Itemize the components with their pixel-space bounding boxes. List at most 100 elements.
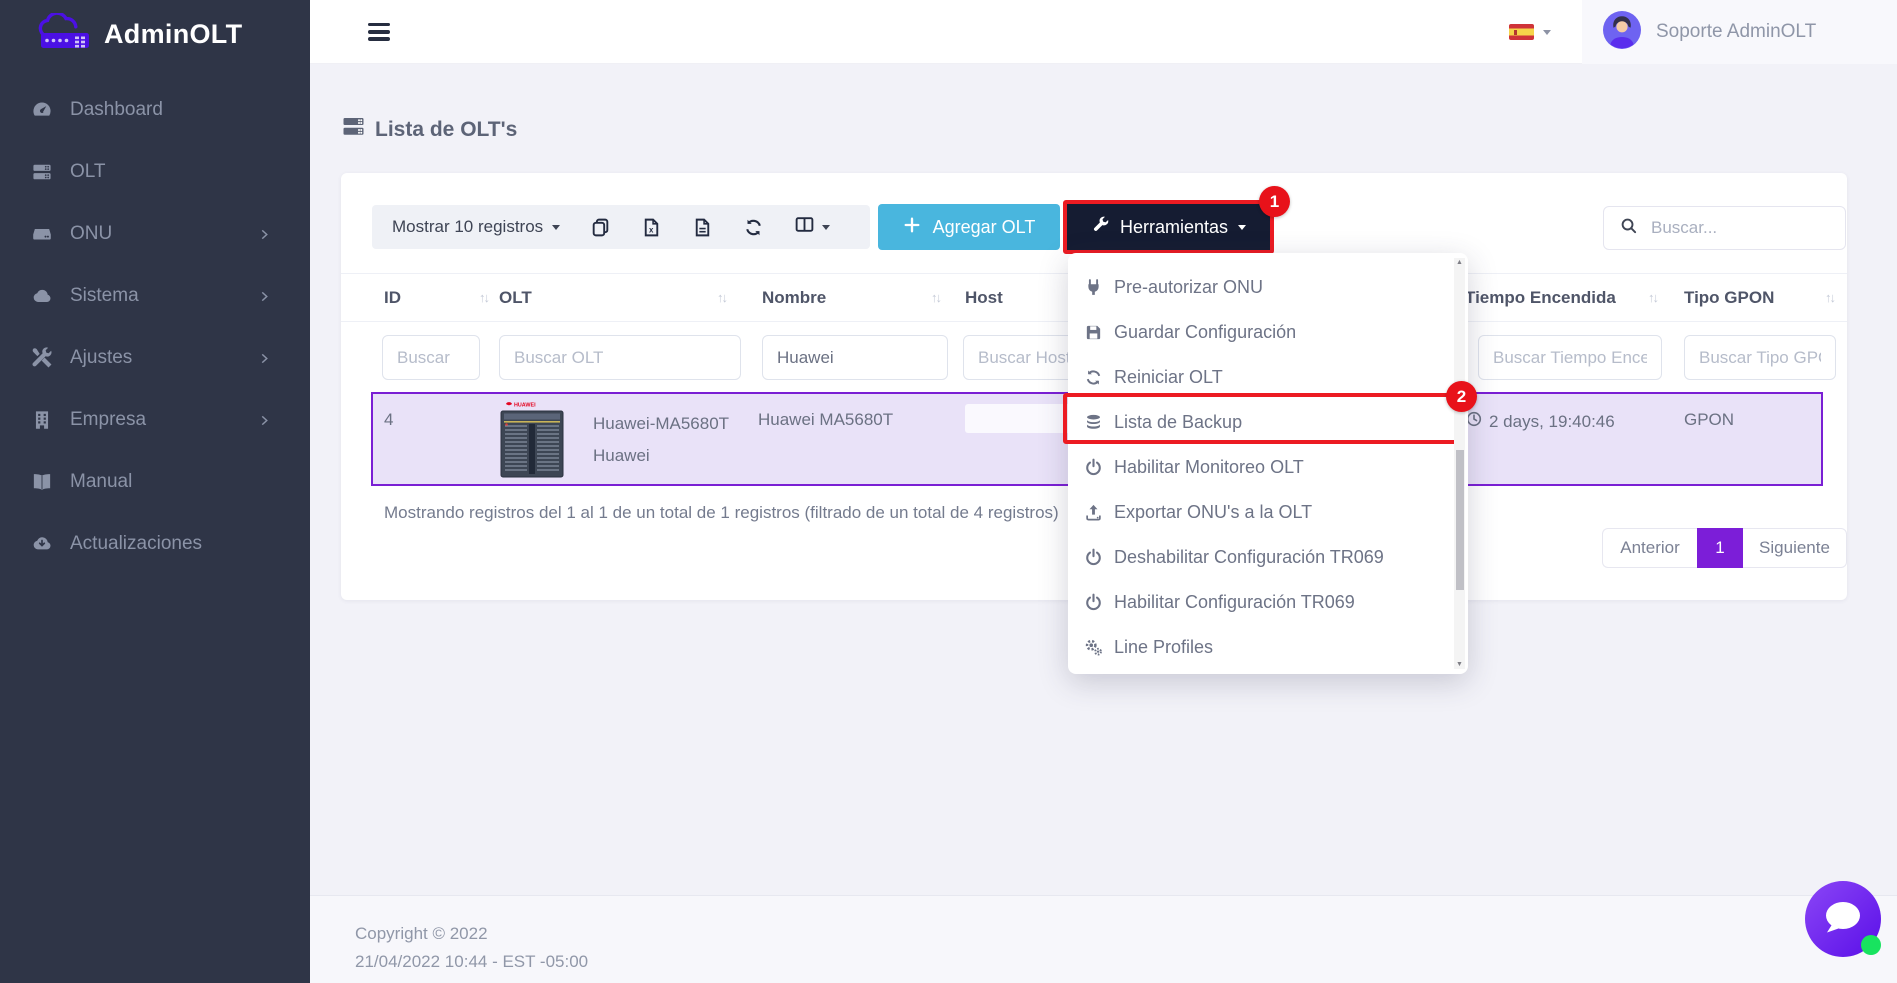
chat-widget-button[interactable] — [1805, 881, 1881, 957]
tools-icon — [30, 346, 54, 370]
cloud-update-icon — [30, 532, 54, 556]
sort-icon[interactable]: ↑↓ — [1648, 290, 1665, 305]
user-menu[interactable]: Soporte AdminOLT — [1582, 0, 1897, 64]
brand-name: AdminOLT — [104, 19, 242, 50]
spain-flag-icon — [1509, 24, 1534, 40]
column-header-tiempo-encendida[interactable]: Tiempo Encendida↑↓ — [1465, 274, 1665, 321]
sidebar-item-label: Dashboard — [70, 99, 163, 121]
scrollbar-thumb[interactable] — [1456, 450, 1464, 590]
cloud-icon — [30, 284, 54, 308]
menu-item-reiniciar-olt[interactable]: Reiniciar OLT — [1068, 355, 1468, 400]
search-input[interactable] — [1649, 217, 1830, 239]
gauge-icon — [30, 98, 54, 122]
add-olt-button[interactable]: Agregar OLT — [878, 204, 1060, 250]
datatable-toolbar: Mostrar 10 registros x — [372, 205, 870, 249]
topbar: Soporte AdminOLT — [310, 0, 1897, 64]
sidebar-item-ajustes[interactable]: Ajustes — [0, 327, 310, 389]
filter-nombre-input[interactable] — [762, 335, 948, 380]
power-icon — [1083, 593, 1103, 613]
scroll-down-icon[interactable]: ▼ — [1454, 661, 1465, 668]
pagination-page-1[interactable]: 1 — [1697, 528, 1743, 568]
search-icon — [1619, 216, 1638, 240]
filter-id-input[interactable] — [382, 335, 480, 380]
chevron-down-icon — [1543, 30, 1551, 35]
cell-olt-vendor: Huawei — [593, 446, 650, 466]
sidebar-item-label: Ajustes — [70, 347, 132, 369]
save-icon — [1083, 323, 1103, 343]
sidebar-item-onu[interactable]: ONU — [0, 203, 310, 265]
export-excel-icon[interactable]: x — [641, 217, 662, 238]
sort-icon[interactable]: ↑↓ — [1825, 290, 1842, 305]
brand-logo[interactable]: AdminOLT — [32, 13, 242, 56]
menu-item-guardar-configuracion[interactable]: Guardar Configuración — [1068, 310, 1468, 355]
sidebar-item-label: Manual — [70, 471, 132, 493]
column-header-tipo-gpon[interactable]: Tipo GPON↑↓ — [1684, 274, 1842, 321]
column-visibility-button[interactable] — [794, 214, 830, 240]
chevron-right-icon — [257, 351, 272, 366]
pagination: Anterior 1 Siguiente — [1602, 528, 1847, 568]
svg-text:HUAWEI: HUAWEI — [514, 403, 536, 409]
export-file-icon[interactable] — [692, 217, 713, 238]
menu-item-deshabilitar-configuracion-tr069[interactable]: Deshabilitar Configuración TR069 — [1068, 535, 1468, 580]
language-selector[interactable] — [1509, 0, 1551, 64]
book-icon — [30, 470, 54, 494]
sidebar-item-empresa[interactable]: Empresa — [0, 389, 310, 451]
device-icon — [30, 222, 54, 246]
sidebar-toggle-button[interactable] — [368, 23, 390, 45]
menu-item-habilitar-monitoreo-olt[interactable]: Habilitar Monitoreo OLT — [1068, 445, 1468, 490]
filter-olt-input[interactable] — [499, 335, 741, 380]
herramientas-dropdown-menu: Pre-autorizar ONU Guardar Configuración … — [1068, 253, 1468, 674]
menu-item-line-profiles[interactable]: Line Profiles — [1068, 625, 1468, 670]
cell-tipo-gpon: GPON — [1684, 410, 1734, 430]
menu-item-pre-autorizar-onu[interactable]: Pre-autorizar ONU — [1068, 265, 1468, 310]
refresh-icon — [1083, 368, 1103, 388]
avatar — [1603, 11, 1641, 54]
user-name: Soporte AdminOLT — [1656, 21, 1816, 43]
sidebar-item-actualizaciones[interactable]: Actualizaciones — [0, 513, 310, 575]
footer: Copyright © 2022 21/04/2022 10:44 - EST … — [310, 895, 1897, 983]
sidebar-item-label: Actualizaciones — [70, 533, 202, 555]
sidebar-item-manual[interactable]: Manual — [0, 451, 310, 513]
column-header-olt[interactable]: OLT↑↓ — [499, 274, 734, 321]
plus-icon — [903, 216, 921, 239]
sidebar-item-olt[interactable]: OLT — [0, 141, 310, 203]
gears-icon — [1083, 638, 1103, 658]
annotation-step-1-badge: 1 — [1259, 186, 1290, 217]
menu-item-exportar-onus-a-la-olt[interactable]: Exportar ONU's a la OLT — [1068, 490, 1468, 535]
sidebar-item-sistema[interactable]: Sistema — [0, 265, 310, 327]
sort-icon[interactable]: ↑↓ — [479, 290, 496, 305]
menu-item-lista-de-backup[interactable]: Lista de Backup — [1068, 400, 1468, 445]
refresh-icon[interactable] — [743, 217, 764, 238]
chevron-right-icon — [257, 413, 272, 428]
cell-nombre: Huawei MA5680T — [758, 410, 893, 430]
pagination-previous-button[interactable]: Anterior — [1602, 528, 1697, 568]
sidebar: AdminOLT Dashboard OLT ONU — [0, 0, 310, 983]
upload-icon — [1083, 503, 1103, 523]
sort-icon[interactable]: ↑↓ — [717, 290, 734, 305]
scroll-up-icon[interactable]: ▲ — [1454, 259, 1465, 266]
server-icon — [341, 114, 366, 145]
dropdown-scrollbar[interactable]: ▲ ▼ — [1454, 258, 1465, 669]
annotation-step-2-badge: 2 — [1446, 381, 1477, 412]
pagination-next-button[interactable]: Siguiente — [1743, 528, 1847, 568]
menu-item-habilitar-configuracion-tr069[interactable]: Habilitar Configuración TR069 — [1068, 580, 1468, 625]
filter-tiempo-input[interactable] — [1478, 335, 1662, 380]
power-icon — [1083, 548, 1103, 568]
sidebar-item-label: Empresa — [70, 409, 146, 431]
column-header-id[interactable]: ID↑↓ — [384, 274, 496, 321]
sidebar-nav: Dashboard OLT ONU Sistema — [0, 79, 310, 575]
plug-icon — [1083, 278, 1103, 298]
sidebar-item-dashboard[interactable]: Dashboard — [0, 79, 310, 141]
chevron-right-icon — [257, 227, 272, 242]
chevron-down-icon — [552, 225, 560, 230]
copy-icon[interactable] — [590, 217, 611, 238]
filter-tipo-input[interactable] — [1684, 335, 1836, 380]
herramientas-button[interactable]: Herramientas 1 — [1063, 200, 1274, 254]
svg-text:x: x — [649, 225, 654, 234]
database-icon — [1083, 413, 1103, 433]
sort-icon[interactable]: ↑↓ — [931, 290, 948, 305]
table-search — [1603, 206, 1846, 250]
show-records-dropdown[interactable]: Mostrar 10 registros — [392, 217, 560, 237]
cell-olt-name: Huawei-MA5680T — [593, 414, 729, 434]
column-header-nombre[interactable]: Nombre↑↓ — [762, 274, 948, 321]
